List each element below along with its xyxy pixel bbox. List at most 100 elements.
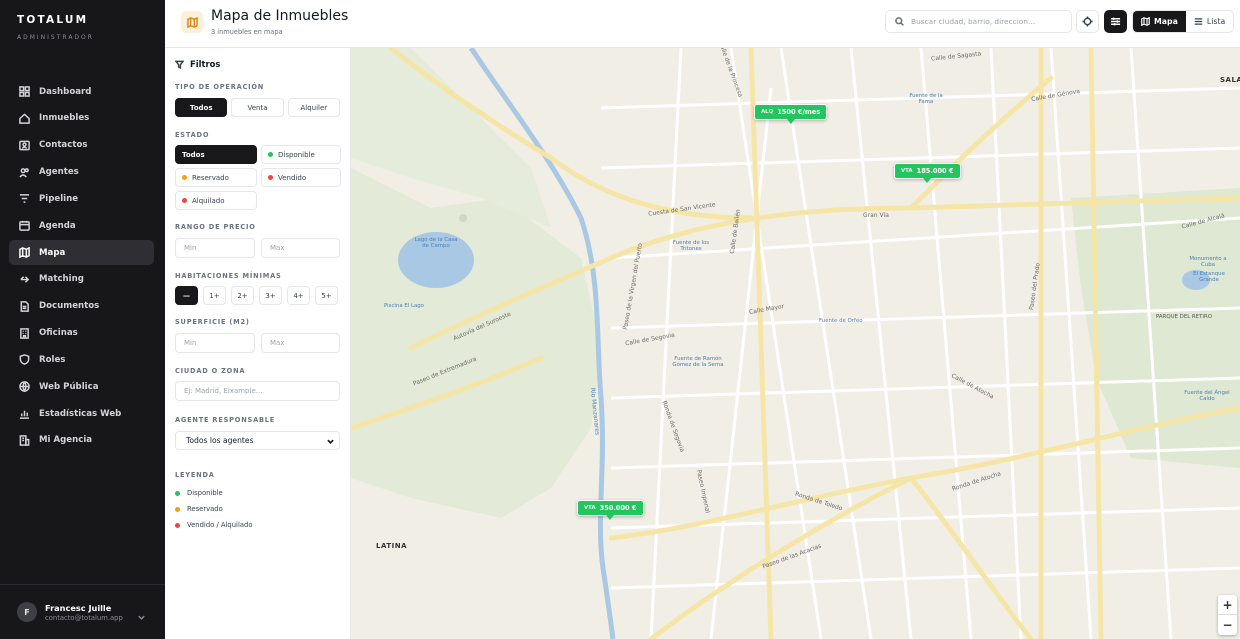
sidebar-item-label: Documentos	[39, 301, 100, 312]
operation-alquiler[interactable]: Alquiler	[287, 98, 340, 117]
page-title: Mapa de Inmuebles	[211, 8, 349, 24]
legend-item-label: Vendido / Alquilado	[187, 521, 253, 529]
view-list-button[interactable]: Lista	[1186, 11, 1233, 32]
surface-max-input[interactable]: Max	[261, 333, 340, 353]
sidebar-item-label: Agentes	[39, 167, 79, 178]
sidebar-item-mapa[interactable]: Mapa	[9, 240, 154, 266]
rooms-5[interactable]: 5+	[315, 286, 338, 305]
legend-dot	[175, 522, 180, 528]
sidebar-item-label: Dashboard	[39, 86, 92, 97]
chevron-down-icon[interactable]	[137, 607, 146, 620]
rooms-4[interactable]: 4+	[287, 286, 310, 305]
sidebar-item-label: Contactos	[39, 140, 88, 151]
sidebar-item-estadisticas-web[interactable]: Estadísticas Web	[9, 401, 154, 426]
calendar-icon	[18, 220, 30, 232]
sidebar-item-oficinas[interactable]: Oficinas	[9, 321, 154, 346]
sidebar-item-label: Estadísticas Web	[39, 408, 122, 419]
agency-icon	[18, 434, 30, 446]
map-label-fuente-orfeo: Fuente de Orfeo	[819, 318, 863, 324]
sidebar-item-label: Pipeline	[39, 193, 79, 204]
globe-icon	[18, 381, 30, 393]
price-label: RANGO DE PRECIO	[175, 223, 256, 231]
user-info: Francesc Juille contacto@totalum.app	[45, 603, 123, 622]
sidebar-item-contactos[interactable]: Contactos	[9, 133, 154, 158]
price-range: Min Max	[175, 238, 340, 258]
status-dot	[182, 198, 187, 203]
map-label-lago: Lago de la Casa de Campo	[414, 237, 458, 249]
price-min-input[interactable]: Min	[175, 238, 255, 258]
sidebar-item-agenda[interactable]: Agenda	[9, 213, 154, 238]
view-list-label: Lista	[1206, 17, 1226, 26]
map-canvas[interactable]: SALAMAN LATINA PARQUE DEL RETIRO Lago de…	[351, 48, 1240, 639]
brand-subtitle: ADMINISTRADOR	[17, 34, 94, 41]
legend: Disponible Reservado Vendido / Alquilado	[175, 485, 340, 533]
rooms-2[interactable]: 2+	[231, 286, 254, 305]
property-marker[interactable]: ALQ 1500 €/mes	[754, 104, 828, 124]
city-label: CIUDAD O ZONA	[175, 367, 246, 375]
sidebar-item-label: Web Pública	[39, 381, 99, 392]
map-label-latina: LATINA	[376, 542, 407, 550]
status-disponible[interactable]: Disponible	[261, 145, 341, 164]
main-content: Mapa de Inmuebles 3 inmuebles en mapa Ma…	[165, 0, 1240, 639]
sidebar-item-inmuebles[interactable]: Inmuebles	[9, 106, 154, 131]
sidebar-item-documentos[interactable]: Documentos	[9, 294, 154, 319]
legend-dot	[175, 490, 180, 496]
operation-venta[interactable]: Venta	[231, 98, 284, 117]
sidebar-item-matching[interactable]: Matching	[9, 267, 154, 292]
legend-item: Disponible	[175, 485, 340, 501]
locate-button[interactable]	[1076, 10, 1099, 33]
property-marker[interactable]: VTA 185.000 €	[894, 163, 961, 183]
sidebar-item-dashboard[interactable]: Dashboard	[9, 79, 154, 104]
map-label-piscina: Piscina El Lago	[384, 303, 424, 309]
status-reservado[interactable]: Reservado	[175, 168, 257, 187]
map-icon	[1141, 17, 1150, 26]
status-alquilado[interactable]: Alquilado	[175, 191, 257, 210]
rooms-1[interactable]: 1+	[203, 286, 226, 305]
map-label-fuente-ramon: Fuente de Ramón Gómez de la Serna	[672, 356, 724, 368]
office-icon	[18, 327, 30, 339]
status-grid: Todos Disponible Reservado Vendido Alqui…	[175, 145, 341, 210]
map-label-angel: Fuente del Ángel Caído	[1184, 390, 1230, 402]
brand-title: TOTALUM	[17, 14, 89, 26]
filters-toggle-button[interactable]	[1104, 10, 1127, 33]
view-toggle: Mapa Lista	[1132, 10, 1235, 33]
status-dot	[268, 152, 273, 157]
filters-title: Filtros	[190, 59, 221, 69]
page-subtitle: 3 inmuebles en mapa	[211, 28, 283, 36]
sidebar-item-pipeline[interactable]: Pipeline	[9, 186, 154, 211]
price-max-input[interactable]: Max	[261, 238, 340, 258]
sidebar-item-mi-agencia[interactable]: Mi Agencia	[9, 428, 154, 453]
marker-price: 350.000 €	[599, 504, 637, 512]
view-map-button[interactable]: Mapa	[1133, 11, 1186, 32]
map-label-salamanca: SALAMAN	[1220, 76, 1240, 84]
filters-header: Filtros	[175, 59, 340, 69]
search-box[interactable]	[885, 10, 1072, 33]
user-menu[interactable]: F Francesc Juille contacto@totalum.app	[0, 584, 165, 639]
sidebar-item-web-publica[interactable]: Web Pública	[9, 374, 154, 399]
shield-icon	[18, 354, 30, 366]
chevron-down-icon	[327, 439, 334, 445]
status-vendido[interactable]: Vendido	[261, 168, 341, 187]
search-input[interactable]	[911, 17, 1071, 26]
agent-select[interactable]: Todos los agentes	[175, 431, 340, 450]
rooms-any[interactable]: —	[175, 286, 198, 305]
status-dot	[268, 175, 273, 180]
surface-min-input[interactable]: Min	[175, 333, 255, 353]
sidebar-item-agentes[interactable]: Agentes	[9, 160, 154, 185]
zoom-in-button[interactable]: +	[1218, 595, 1237, 615]
operation-todos[interactable]: Todos	[175, 98, 228, 117]
rooms-3[interactable]: 3+	[259, 286, 282, 305]
sidebar-item-label: Inmuebles	[39, 113, 90, 124]
status-vendido-label: Vendido	[278, 173, 307, 182]
status-disponible-label: Disponible	[278, 150, 315, 159]
page-header: Mapa de Inmuebles 3 inmuebles en mapa Ma…	[165, 0, 1240, 48]
city-input[interactable]: Ej: Madrid, Eixample...	[175, 381, 340, 401]
sidebar-item-label: Mi Agencia	[39, 435, 93, 446]
property-marker[interactable]: VTA 350.000 €	[577, 500, 644, 520]
brand: TOTALUM ADMINISTRADOR	[0, 0, 165, 41]
home-icon	[18, 112, 30, 124]
zoom-out-button[interactable]: −	[1218, 615, 1237, 635]
sidebar-item-roles[interactable]: Roles	[9, 347, 154, 372]
map-label-fuente-fama: Fuente de la Fama	[909, 93, 943, 105]
status-todos[interactable]: Todos	[175, 145, 257, 164]
